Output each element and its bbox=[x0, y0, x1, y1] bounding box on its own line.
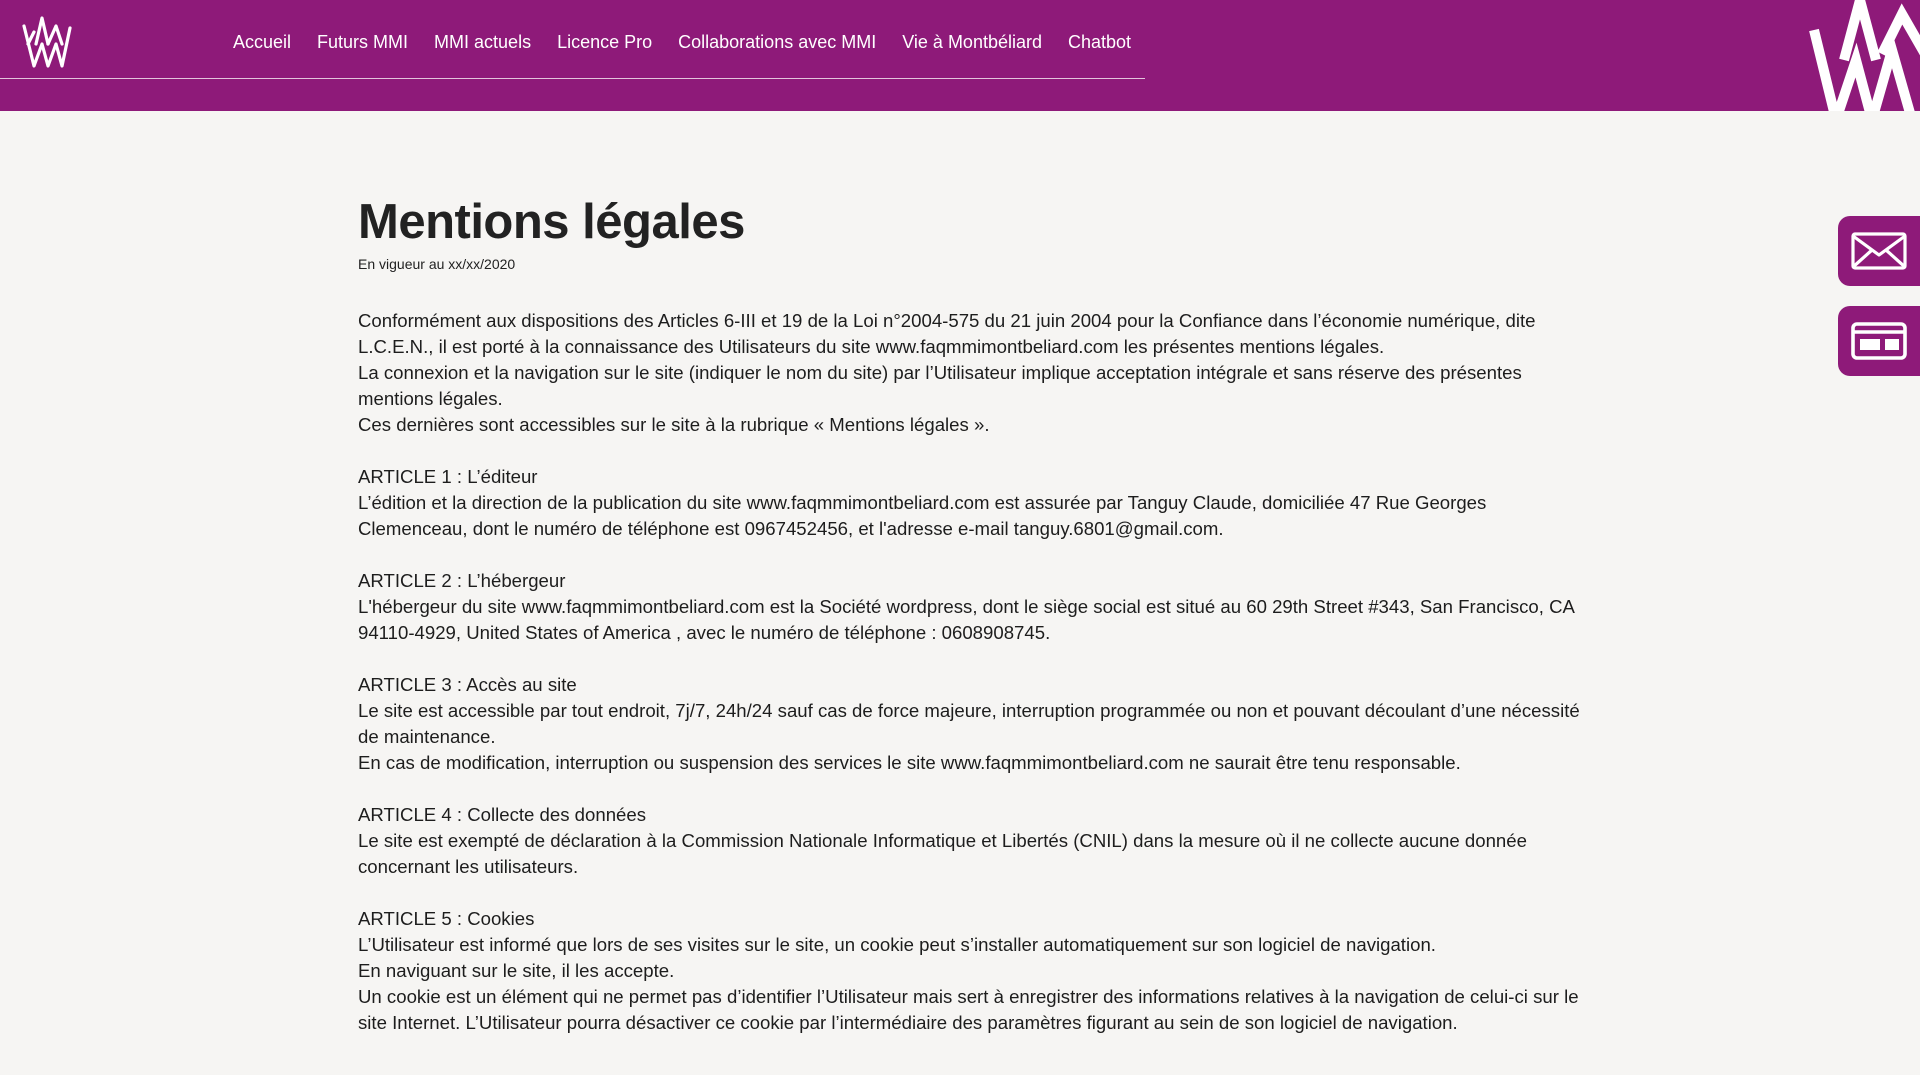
article-paragraph: En cas de modification, interruption ou … bbox=[358, 752, 1461, 773]
intro-paragraph: La connexion et la navigation sur le sit… bbox=[358, 362, 1522, 409]
card-icon bbox=[1851, 322, 1907, 360]
article-paragraph: L’Utilisateur est informé que lors de se… bbox=[358, 934, 1436, 955]
contact-mail-button[interactable] bbox=[1838, 216, 1920, 286]
article-paragraph: Le site est exempté de déclaration à la … bbox=[358, 830, 1527, 877]
nav-item-accueil[interactable]: Accueil bbox=[233, 29, 291, 55]
article-paragraph: L'hébergeur du site www.faqmmimontbeliar… bbox=[358, 596, 1574, 643]
article-paragraph: Un cookie est un élément qui ne permet p… bbox=[358, 986, 1579, 1033]
page-subtitle: En vigueur au xx/xx/2020 bbox=[358, 256, 516, 272]
article-heading: ARTICLE 2 : L’hébergeur bbox=[358, 570, 566, 591]
article-heading: ARTICLE 3 : Accès au site bbox=[358, 674, 577, 695]
nav-item-mmi-actuels[interactable]: MMI actuels bbox=[434, 29, 531, 55]
nav-items: Accueil Futurs MMI MMI actuels Licence P… bbox=[233, 29, 1131, 55]
intro-paragraph: Ces dernières sont accessibles sur le si… bbox=[358, 414, 990, 435]
article-heading: ARTICLE 1 : L’éditeur bbox=[358, 466, 538, 487]
nav-item-vie-montbeliard[interactable]: Vie à Montbéliard bbox=[902, 29, 1042, 55]
nav-item-chatbot[interactable]: Chatbot bbox=[1068, 29, 1131, 55]
intro-paragraph: Conformément aux dispositions des Articl… bbox=[358, 310, 1536, 357]
card-button[interactable] bbox=[1838, 306, 1920, 376]
nav-item-futurs-mmi[interactable]: Futurs MMI bbox=[317, 29, 408, 55]
article-heading: ARTICLE 5 : Cookies bbox=[358, 908, 535, 929]
article-paragraph: Le site est accessible par tout endroit,… bbox=[358, 700, 1580, 747]
page-title: Mentions légales bbox=[358, 195, 745, 249]
nav-item-licence-pro[interactable]: Licence Pro bbox=[557, 29, 652, 55]
nav-item-collaborations[interactable]: Collaborations avec MMI bbox=[678, 29, 876, 55]
main-content: Mentions légales En vigueur au xx/xx/202… bbox=[358, 190, 1598, 1036]
site-header: Accueil Futurs MMI MMI actuels Licence P… bbox=[0, 0, 1920, 111]
crown-decoration-icon bbox=[1809, 0, 1920, 111]
legal-text: Conformément aux dispositions des Articl… bbox=[358, 308, 1598, 1036]
mail-icon bbox=[1851, 232, 1907, 270]
article-paragraph: L’édition et la direction de la publicat… bbox=[358, 492, 1487, 539]
article-paragraph: En naviguant sur le site, il les accepte… bbox=[358, 960, 675, 981]
main-nav: Accueil Futurs MMI MMI actuels Licence P… bbox=[0, 0, 1145, 79]
article-heading: ARTICLE 4 : Collecte des données bbox=[358, 804, 647, 825]
